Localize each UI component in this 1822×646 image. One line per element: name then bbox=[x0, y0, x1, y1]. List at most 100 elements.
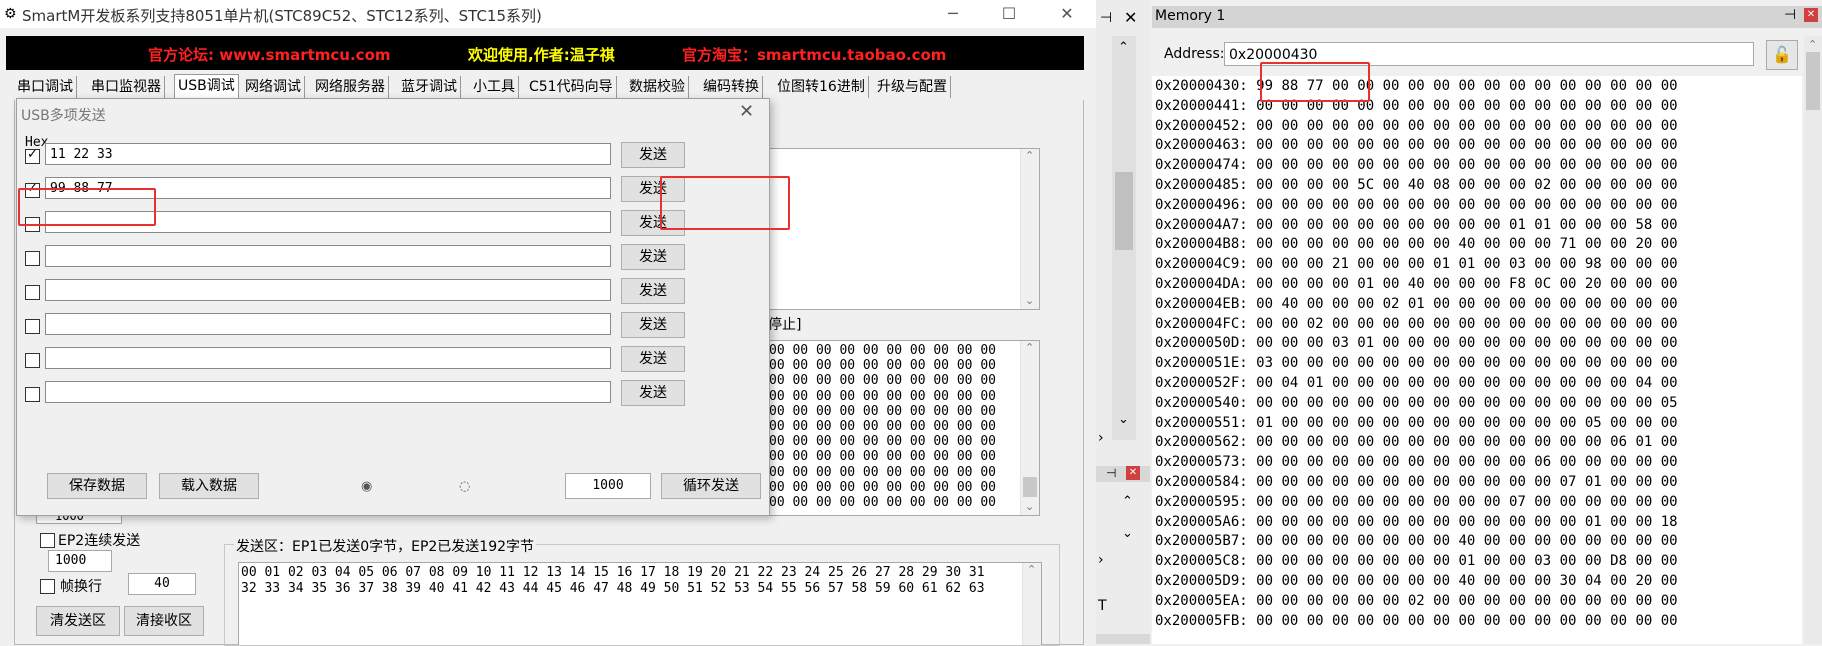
banner-shop[interactable]: 官方淘宝：smartmcu.taobao.com bbox=[682, 44, 946, 65]
dock-close-icon[interactable]: ✕ bbox=[1126, 466, 1140, 480]
pin-icon[interactable]: ⊣ bbox=[1100, 10, 1112, 26]
row-4-send-button[interactable]: 发送 bbox=[621, 244, 685, 270]
radio-option-1[interactable]: ◉ bbox=[361, 479, 372, 494]
memory-row[interactable]: 0x200004B8: 00 00 00 00 00 00 00 00 40 0… bbox=[1155, 234, 1678, 254]
row-7-input[interactable] bbox=[45, 347, 611, 369]
scroll-up-icon[interactable]: ⌃ bbox=[1027, 563, 1036, 576]
memory-row[interactable]: 0x20000496: 00 00 00 00 00 00 00 00 00 0… bbox=[1155, 195, 1678, 215]
row-5-send-button[interactable]: 发送 bbox=[621, 278, 685, 304]
minimize-button[interactable]: ─ bbox=[930, 2, 976, 26]
scroll-thumb[interactable] bbox=[1115, 172, 1133, 250]
memory-row[interactable]: 0x20000463: 00 00 00 00 00 00 00 00 00 0… bbox=[1155, 135, 1678, 155]
memory-row[interactable]: 0x20000540: 00 00 00 00 00 00 00 00 00 0… bbox=[1155, 393, 1678, 413]
memory-scrollbar[interactable]: ⌃ bbox=[1804, 36, 1822, 644]
memory-row[interactable]: 0x200004DA: 00 00 00 00 01 00 40 00 00 0… bbox=[1155, 274, 1678, 294]
row-1-input[interactable]: 11 22 33 bbox=[45, 143, 611, 165]
memory-row[interactable]: 0x200004C9: 00 00 00 21 00 00 00 01 01 0… bbox=[1155, 254, 1678, 274]
tab-encoding[interactable]: 编码转换 bbox=[700, 76, 763, 98]
receive-hex-scrollbar[interactable]: ⌃ ⌄ bbox=[1020, 341, 1039, 515]
row-6-input[interactable] bbox=[45, 313, 611, 335]
loop-send-button[interactable]: 循环发送 bbox=[661, 473, 761, 499]
row-8-input[interactable] bbox=[45, 381, 611, 403]
row-4-checkbox[interactable] bbox=[25, 251, 40, 266]
frame-newline-checkbox[interactable] bbox=[40, 579, 55, 594]
memory-row[interactable]: 0x200005FB: 00 00 00 00 00 00 00 00 00 0… bbox=[1155, 611, 1678, 631]
close-button[interactable]: ✕ bbox=[1044, 2, 1090, 26]
memory-row[interactable]: 0x20000562: 00 00 00 00 00 00 00 00 00 0… bbox=[1155, 432, 1678, 452]
scroll-down-icon[interactable]: ⌄ bbox=[1122, 526, 1133, 541]
chevron-right-icon[interactable]: › bbox=[1098, 430, 1104, 446]
tab-serial[interactable]: 串口调试 bbox=[14, 76, 77, 98]
tab-net-server[interactable]: 网络服务器 bbox=[312, 76, 389, 98]
memory-row[interactable]: 0x2000050D: 00 00 00 03 01 00 00 00 00 0… bbox=[1155, 333, 1678, 353]
memory-row[interactable]: 0x200005EA: 00 00 00 00 00 00 02 00 00 0… bbox=[1155, 591, 1678, 611]
loop-interval-input[interactable]: 1000 bbox=[565, 473, 651, 499]
memory-row[interactable]: 0x200004A7: 00 00 00 00 00 00 00 00 00 0… bbox=[1155, 215, 1678, 235]
scroll-up-icon[interactable]: ⌃ bbox=[1025, 149, 1034, 162]
maximize-button[interactable]: ☐ bbox=[986, 2, 1032, 26]
memory-row[interactable]: 0x20000595: 00 00 00 00 00 00 00 00 00 0… bbox=[1155, 492, 1678, 512]
memory-row[interactable]: 0x200005D9: 00 00 00 00 00 00 00 00 40 0… bbox=[1155, 571, 1678, 591]
tab-network[interactable]: 网络调试 bbox=[242, 76, 305, 98]
send-scrollbar[interactable]: ⌃ bbox=[1022, 563, 1041, 645]
memory-row[interactable]: 0x200005B7: 00 00 00 00 00 00 00 00 40 0… bbox=[1155, 531, 1678, 551]
scroll-thumb[interactable] bbox=[1806, 52, 1820, 110]
row-8-send-button[interactable]: 发送 bbox=[621, 380, 685, 406]
scroll-down-icon[interactable]: ⌄ bbox=[1118, 412, 1129, 427]
scroll-down-icon[interactable]: ⌄ bbox=[1025, 500, 1034, 513]
scroll-up-icon[interactable]: ⌃ bbox=[1122, 494, 1133, 509]
banner-forum[interactable]: 官方论坛: www.smartmcu.com bbox=[148, 44, 391, 65]
save-data-button[interactable]: 保存数据 bbox=[47, 473, 147, 499]
scroll-down-icon[interactable]: ⌄ bbox=[1025, 294, 1034, 307]
load-data-button[interactable]: 载入数据 bbox=[159, 473, 259, 499]
row-1-send-button[interactable]: 发送 bbox=[621, 142, 685, 168]
main-titlebar[interactable]: ⚙ SmartM开发板系列支持8051单片机(STC89C52、STC12系列、… bbox=[0, 0, 1096, 28]
memory-row[interactable]: 0x20000485: 00 00 00 00 5C 00 40 08 00 0… bbox=[1155, 175, 1678, 195]
tab-bluetooth[interactable]: 蓝牙调试 bbox=[398, 76, 461, 98]
memory-pin-icon[interactable]: ⊣ bbox=[1784, 7, 1796, 23]
row-6-checkbox[interactable] bbox=[25, 319, 40, 334]
tab-usb[interactable]: USB调试 bbox=[174, 74, 239, 100]
memory-row[interactable]: 0x20000573: 00 00 00 00 00 00 00 00 00 0… bbox=[1155, 452, 1678, 472]
memory-row[interactable]: 0x20000430: 99 88 77 00 00 00 00 00 00 0… bbox=[1155, 76, 1678, 96]
row-5-input[interactable] bbox=[45, 279, 611, 301]
row-5-checkbox[interactable] bbox=[25, 285, 40, 300]
memory-close-icon[interactable]: ✕ bbox=[1804, 8, 1818, 22]
pin-icon[interactable]: ⊣ bbox=[1106, 466, 1116, 480]
dock-scrollbar[interactable]: ⌃ ⌄ bbox=[1112, 36, 1136, 440]
memory-row[interactable]: 0x20000474: 00 00 00 00 00 00 00 00 00 0… bbox=[1155, 155, 1678, 175]
row-6-send-button[interactable]: 发送 bbox=[621, 312, 685, 338]
memory-row[interactable]: 0x2000051E: 03 00 00 00 00 00 00 00 00 0… bbox=[1155, 353, 1678, 373]
clear-receive-button[interactable]: 清接收区 bbox=[124, 606, 204, 636]
scroll-thumb[interactable] bbox=[1023, 477, 1037, 497]
ep2-checkbox[interactable] bbox=[40, 533, 55, 548]
memory-row[interactable]: 0x200004EB: 00 40 00 00 00 02 01 00 00 0… bbox=[1155, 294, 1678, 314]
dock-close-icon[interactable]: ✕ bbox=[1124, 8, 1137, 27]
scroll-up-icon[interactable]: ⌃ bbox=[1808, 38, 1817, 51]
scroll-up-icon[interactable]: ⌃ bbox=[1025, 341, 1034, 354]
tab-bitmap-hex[interactable]: 位图转16进制 bbox=[774, 76, 869, 98]
tab-checksum[interactable]: 数据校验 bbox=[626, 76, 689, 98]
receive-info-box[interactable]: ⌃ ⌄ bbox=[760, 148, 1040, 310]
radio-option-2[interactable]: ◌ bbox=[459, 479, 470, 494]
row-7-checkbox[interactable] bbox=[25, 353, 40, 368]
tab-tools[interactable]: 小工具 bbox=[470, 76, 519, 98]
memory-row[interactable]: 0x20000551: 01 00 00 00 00 00 00 00 00 0… bbox=[1155, 413, 1678, 433]
receive-hex-box[interactable]: 00 00 00 00 00 00 00 00 00 00 00 00 00 00… bbox=[760, 340, 1040, 516]
receive-info-scrollbar[interactable]: ⌃ ⌄ bbox=[1020, 149, 1039, 309]
clear-send-button[interactable]: 清发送区 bbox=[36, 606, 120, 636]
chevron-right-icon[interactable]: › bbox=[1098, 552, 1104, 568]
frame-length-input[interactable]: 40 bbox=[128, 573, 196, 595]
memory-row[interactable]: 0x2000052F: 00 04 01 00 00 00 00 00 00 0… bbox=[1155, 373, 1678, 393]
scroll-up-icon[interactable]: ⌃ bbox=[1118, 40, 1129, 55]
memory-row[interactable]: 0x20000441: 00 00 00 00 00 00 00 00 00 0… bbox=[1155, 96, 1678, 116]
ep2-interval-input[interactable]: 1000 bbox=[48, 550, 112, 572]
send-textbox[interactable]: 00 01 02 03 04 05 06 07 08 09 10 11 12 1… bbox=[238, 562, 1042, 645]
row-1-checkbox[interactable]: ✓ bbox=[25, 147, 40, 164]
memory-row[interactable]: 0x20000452: 00 00 00 00 00 00 00 00 00 0… bbox=[1155, 116, 1678, 136]
dialog-close-icon[interactable]: ✕ bbox=[739, 101, 754, 122]
memory-row[interactable]: 0x200004FC: 00 00 02 00 00 00 00 00 00 0… bbox=[1155, 314, 1678, 334]
row-7-send-button[interactable]: 发送 bbox=[621, 346, 685, 372]
memory-row[interactable]: 0x200005A6: 00 00 00 00 00 00 00 00 00 0… bbox=[1155, 512, 1678, 532]
tab-c51-wizard[interactable]: C51代码向导 bbox=[526, 76, 617, 98]
